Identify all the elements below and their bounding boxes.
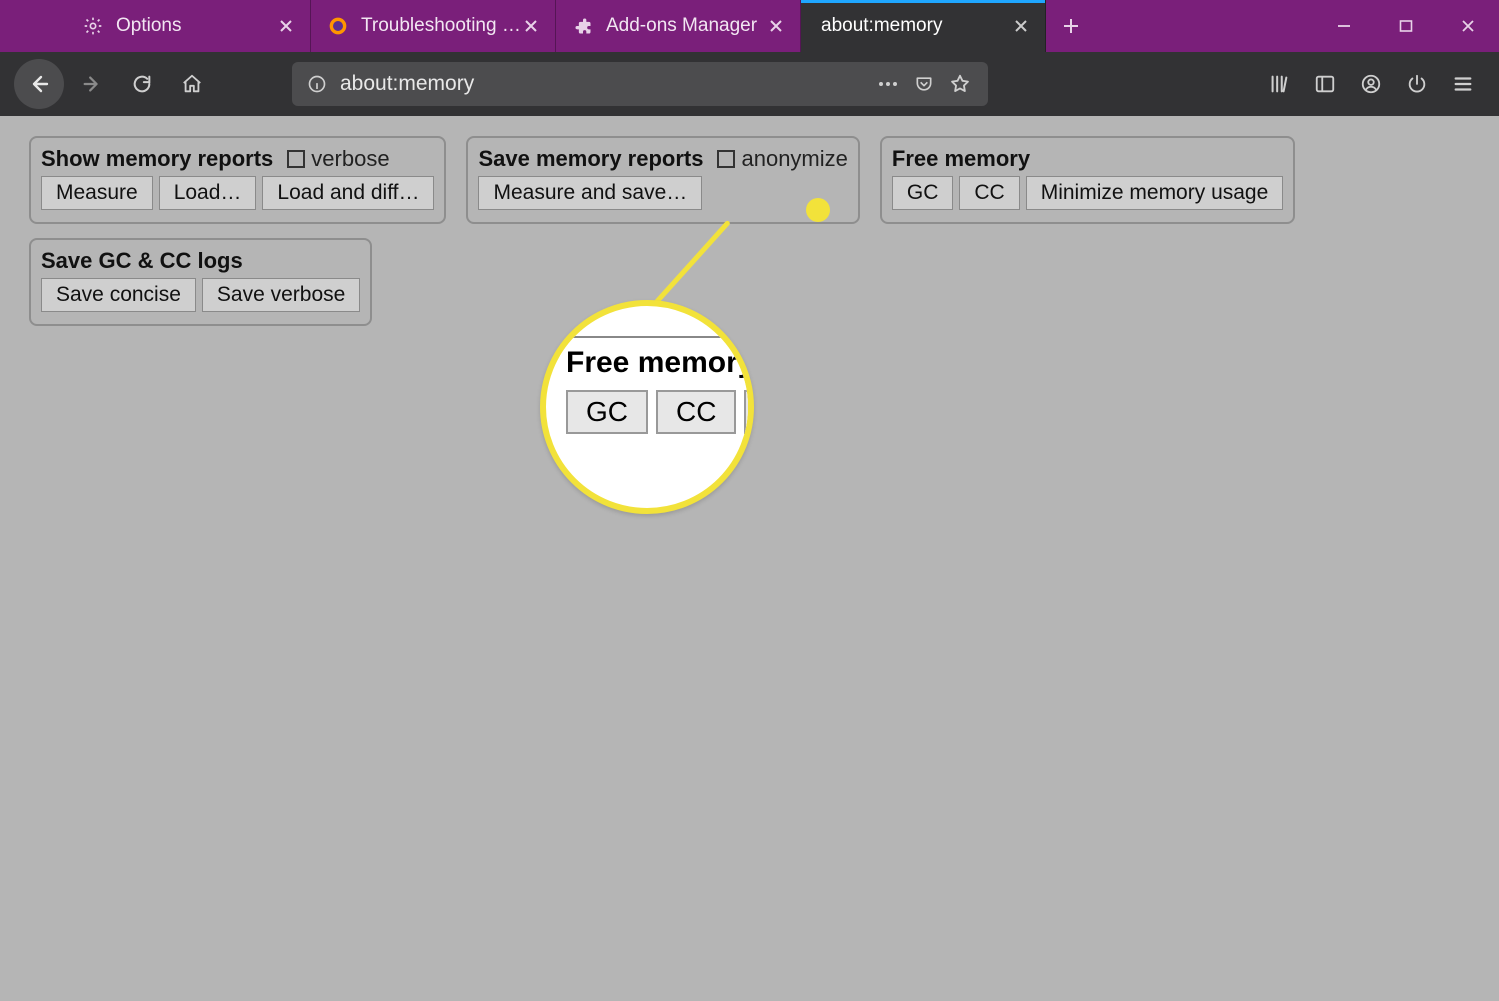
tab-spacer: [0, 0, 66, 52]
power-icon[interactable]: [1395, 62, 1439, 106]
group-title: Show memory reports: [41, 146, 273, 172]
page-actions-icon[interactable]: [870, 66, 906, 102]
close-icon[interactable]: [1011, 16, 1031, 36]
callout-gc-button: GC: [566, 390, 648, 434]
gear-icon: [82, 15, 104, 37]
callout-title: Free memory: [560, 346, 754, 380]
tab-label: Add-ons Manager: [606, 15, 766, 37]
sidebar-icon[interactable]: [1303, 62, 1347, 106]
group-title: Save GC & CC logs: [41, 248, 243, 274]
group-title: Free memory: [892, 146, 1030, 172]
anonymize-checkbox[interactable]: anonymize: [717, 146, 847, 172]
identity-info-icon[interactable]: [302, 74, 332, 94]
maximize-button[interactable]: [1375, 0, 1437, 52]
new-tab-button[interactable]: [1046, 0, 1096, 52]
load-button[interactable]: Load…: [159, 176, 257, 210]
measure-button[interactable]: Measure: [41, 176, 153, 210]
save-gc-cc-logs-group: Save GC & CC logs Save concise Save verb…: [29, 238, 372, 326]
gc-button[interactable]: GC: [892, 176, 954, 210]
verbose-checkbox[interactable]: verbose: [287, 146, 389, 172]
callout-anchor-dot: [806, 198, 830, 222]
free-memory-group: Free memory GC CC Minimize memory usage: [880, 136, 1295, 224]
minimize-memory-button[interactable]: Minimize memory usage: [1026, 176, 1284, 210]
close-icon[interactable]: [766, 16, 786, 36]
back-button[interactable]: [14, 59, 64, 109]
account-icon[interactable]: [1349, 62, 1393, 106]
close-icon[interactable]: [276, 16, 296, 36]
save-memory-reports-group: Save memory reports anonymize Measure an…: [466, 136, 859, 224]
tab-label: Troubleshooting Information: [361, 15, 521, 37]
page-content: Show memory reports verbose Measure Load…: [3, 116, 1496, 998]
reload-button[interactable]: [120, 62, 164, 106]
tab-options[interactable]: Options: [66, 0, 311, 52]
tab-label: Options: [116, 15, 276, 37]
puzzle-icon: [572, 15, 594, 37]
checkbox-icon: [287, 150, 305, 168]
bookmark-star-icon[interactable]: [942, 66, 978, 102]
menu-icon[interactable]: [1441, 62, 1485, 106]
checkbox-label: verbose: [311, 146, 389, 172]
url-text: about:memory: [332, 72, 870, 96]
url-bar[interactable]: about:memory: [292, 62, 988, 106]
nav-toolbar: about:memory: [0, 52, 1499, 116]
tab-about-memory[interactable]: about:memory: [801, 0, 1046, 52]
show-memory-reports-group: Show memory reports verbose Measure Load…: [29, 136, 446, 224]
tab-label: about:memory: [821, 15, 1011, 37]
firefox-icon: [327, 15, 349, 37]
load-and-diff-button[interactable]: Load and diff…: [262, 176, 434, 210]
pocket-icon[interactable]: [906, 66, 942, 102]
home-button[interactable]: [170, 62, 214, 106]
forward-button[interactable]: [70, 62, 114, 106]
save-concise-button[interactable]: Save concise: [41, 278, 196, 312]
minimize-button[interactable]: [1313, 0, 1375, 52]
group-title: Save memory reports: [478, 146, 703, 172]
close-window-button[interactable]: [1437, 0, 1499, 52]
save-verbose-button[interactable]: Save verbose: [202, 278, 360, 312]
checkbox-label: anonymize: [741, 146, 847, 172]
close-icon[interactable]: [521, 16, 541, 36]
window-controls: [1313, 0, 1499, 52]
checkbox-icon: [717, 150, 735, 168]
library-icon[interactable]: [1257, 62, 1301, 106]
tab-troubleshooting[interactable]: Troubleshooting Information: [311, 0, 556, 52]
callout-magnifier: Free memory GC CC: [540, 300, 754, 514]
tab-addons[interactable]: Add-ons Manager: [556, 0, 801, 52]
measure-and-save-button[interactable]: Measure and save…: [478, 176, 702, 210]
callout-cc-button: CC: [656, 390, 736, 434]
cc-button[interactable]: CC: [959, 176, 1019, 210]
title-bar: Options Troubleshooting Information Add-…: [0, 0, 1499, 52]
